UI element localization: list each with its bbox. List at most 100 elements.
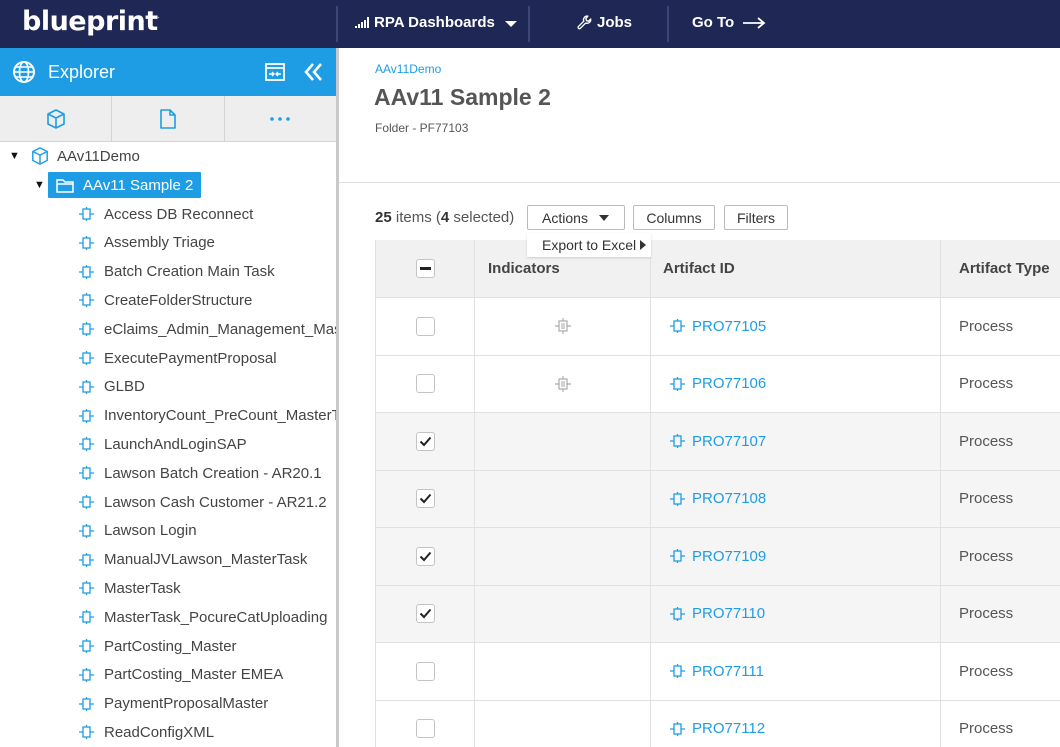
tree-item[interactable]: GLBD [78,374,145,400]
indicators-cell [475,413,651,470]
table-row[interactable]: PRO77111 Process [376,643,1060,701]
select-cell [376,528,475,585]
tab-projects[interactable] [0,96,113,141]
page-subtitle: Folder - PF77103 [375,121,469,135]
tree-item[interactable]: CreateFolderStructure [78,287,252,313]
tree-item[interactable]: PaymentProposalMaster [78,691,268,717]
tree-item-label: Lawson Cash Customer - AR21.2 [104,493,327,511]
tree-item[interactable]: PartCosting_Master [78,633,237,659]
tree-item-label: MasterTask [104,579,181,597]
actions-button[interactable]: Actions [527,205,625,230]
expand-caret-icon[interactable]: ▼ [9,150,23,162]
row-checkbox[interactable] [415,316,435,336]
tab-more[interactable] [225,96,336,141]
artifact-type-cell: Process [959,490,1014,508]
tree-item[interactable]: Batch Creation Main Task [78,259,275,285]
arrow-right-icon [743,16,766,29]
tree-node-folder-selected[interactable]: AAv11 Sample 2 [48,172,202,198]
tree-item[interactable]: ManualJVLawson_MasterTask [78,547,307,573]
select-cell [376,298,475,355]
row-checkbox[interactable] [415,431,435,451]
artifact-type-cell: Process [959,662,1014,680]
tree-item[interactable]: eClaims_Admin_Management_Mas [78,316,336,342]
items-count: 25 items (4 selected) [375,209,515,226]
row-checkbox[interactable] [415,661,435,681]
tree-item[interactable]: Lawson Login [78,518,197,544]
filters-button[interactable]: Filters [724,205,788,230]
artifact-id-cell: PRO77106 [651,355,941,412]
process-icon [670,606,685,621]
artifact-id-link[interactable]: PRO77108 [669,490,766,507]
folder-icon [56,178,74,193]
grid-header: Indicators Artifact ID Artifact Type [376,240,1060,298]
indicators-cell [475,298,651,355]
tree-node-folder-caret[interactable]: ▼ [34,172,48,198]
tree-item[interactable]: Assembly Triage [78,230,215,256]
tree-item[interactable]: Lawson Batch Creation - AR20.1 [78,460,322,486]
artifact-id-link[interactable]: PRO77112 [669,720,765,737]
tree-item[interactable]: InventoryCount_PreCount_MasterT [78,403,336,429]
row-checkbox[interactable] [415,719,435,739]
cube-icon [46,108,65,129]
select-cell [376,470,475,527]
process-icon [79,696,94,711]
tree-item-label: MasterTask_PocureCatUploading [104,608,328,626]
artifact-id-link[interactable]: PRO77110 [669,605,765,622]
tree-item[interactable]: MasterTask [78,575,181,601]
tree-item[interactable]: Lawson Cash Customer - AR21.2 [78,489,327,515]
table-row[interactable]: PRO77109 Process [376,528,1060,586]
go-to-menu[interactable]: Go To [692,14,766,31]
artifact-id-link[interactable]: PRO77111 [669,663,764,680]
tree-item[interactable]: MasterTask_PocureCatUploading [78,604,327,630]
tree-item[interactable]: ExecutePaymentProposal [78,345,277,371]
artifact-id-link[interactable]: PRO77106 [669,375,766,392]
indicators-cell [475,700,651,747]
tree-node-root[interactable]: ▼ AAv11Demo [9,143,140,169]
tree-item[interactable]: LaunchAndLoginSAP [78,431,247,457]
table-row[interactable]: PRO77110 Process [376,585,1060,643]
process-icon [670,319,685,334]
row-checkbox[interactable] [415,546,435,566]
tab-documents[interactable] [112,96,225,141]
artifact-id-link[interactable]: PRO77109 [669,548,766,565]
rpa-dashboards-menu[interactable]: RPA Dashboards [355,14,518,31]
expand-caret-icon[interactable]: ▼ [34,179,48,191]
globe-icon [13,61,35,83]
artifact-id-link[interactable]: PRO77105 [669,318,766,335]
tree-item[interactable]: ReadConfigXML [78,719,214,745]
blueprint-logo[interactable]: blueprint. [22,6,160,37]
table-row[interactable]: PRO77108 Process [376,470,1060,528]
row-checkbox[interactable] [415,374,435,394]
export-to-excel-item[interactable]: Export to Excel [542,237,636,253]
artifact-type-cell: Process [959,720,1014,738]
collapse-double-chevron-icon[interactable] [303,62,323,82]
process-icon [79,725,94,740]
cube-icon [32,147,48,165]
col-header-artifact-type[interactable]: Artifact Type [941,240,1060,297]
artifact-id-link[interactable]: PRO77107 [669,433,766,450]
tree-item-label: PartCosting_Master [104,637,237,655]
page-title: AAv11 Sample 2 [374,84,551,110]
tree-item-label: ReadConfigXML [104,723,215,741]
table-row[interactable]: PRO77105 Process [376,298,1060,356]
col-header-artifact-id[interactable]: Artifact ID [651,240,941,297]
process-icon [79,437,94,452]
tree-item[interactable]: PartCosting_Master EMEA [78,662,283,688]
jobs-link[interactable]: Jobs [577,14,632,31]
process-icon [79,581,94,596]
process-icon [79,235,94,250]
split-view-icon[interactable] [265,63,285,81]
artifact-type-cell: Process [959,547,1014,565]
indicators-cell [475,355,651,412]
row-checkbox[interactable] [415,489,435,509]
table-row[interactable]: PRO77107 Process [376,413,1060,471]
row-checkbox[interactable] [415,604,435,624]
select-all-checkbox[interactable] [415,259,435,278]
artifact-id-cell: PRO77112 [651,700,941,747]
table-row[interactable]: PRO77106 Process [376,355,1060,413]
tree-item[interactable]: Access DB Reconnect [78,201,253,227]
select-all-cell [376,240,475,297]
columns-button[interactable]: Columns [633,205,715,230]
table-row[interactable]: PRO77112 Process [376,700,1060,747]
breadcrumb[interactable]: AAv11Demo [375,62,441,76]
